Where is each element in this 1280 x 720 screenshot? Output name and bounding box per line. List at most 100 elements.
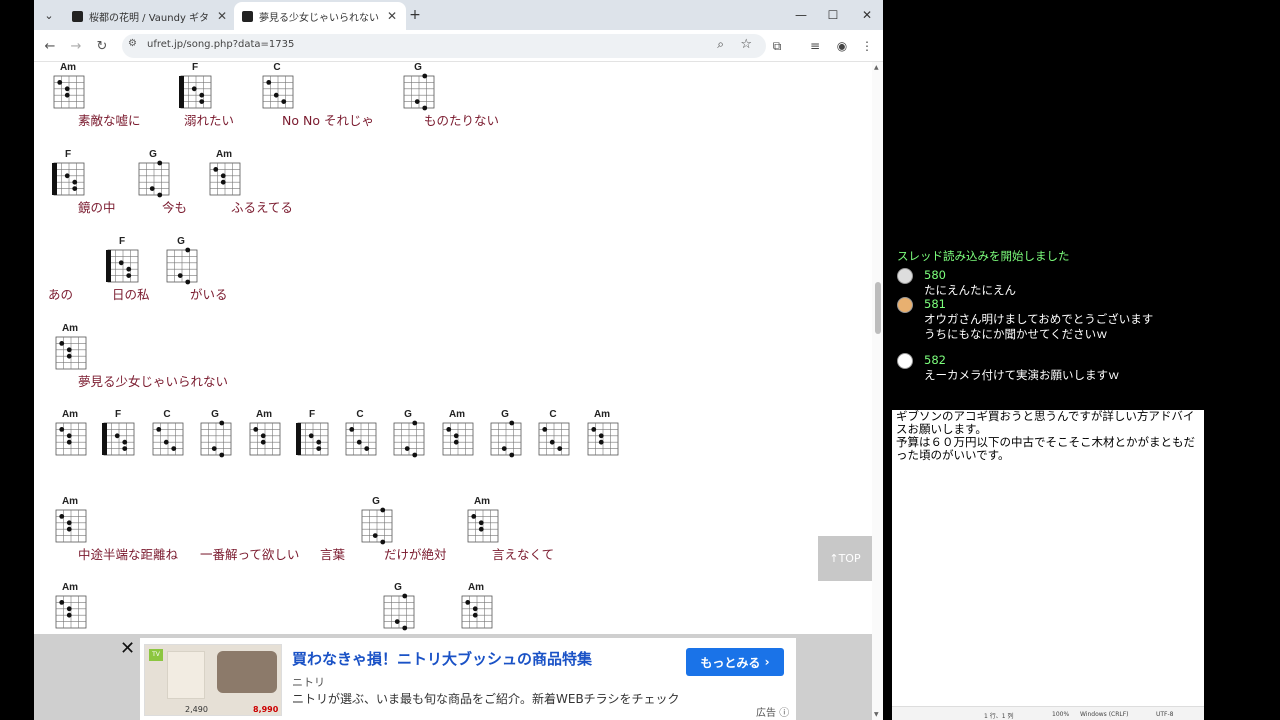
maximize-button[interactable]: ☐ bbox=[821, 5, 845, 25]
chord-c[interactable]: C bbox=[338, 409, 382, 460]
chord-am[interactable]: Am bbox=[48, 409, 92, 460]
forward-arrow-icon[interactable]: → bbox=[66, 36, 86, 56]
chord-am[interactable]: Am bbox=[454, 582, 498, 633]
chord-diagram bbox=[442, 422, 474, 456]
chord-diagram bbox=[166, 247, 198, 285]
back-to-top-button[interactable]: ↑TOP bbox=[818, 536, 872, 581]
tab-close-icon[interactable]: ✕ bbox=[387, 9, 397, 23]
chord-f[interactable]: F bbox=[173, 62, 217, 113]
chord-g[interactable]: G bbox=[131, 149, 175, 200]
chord-g[interactable]: G bbox=[396, 62, 440, 113]
ad-label-text: 広告 bbox=[756, 708, 776, 719]
scrollbar-thumb[interactable] bbox=[875, 282, 881, 334]
minimize-button[interactable]: — bbox=[789, 5, 813, 25]
chord-name: Am bbox=[255, 409, 273, 420]
chord-g[interactable]: G bbox=[354, 496, 398, 547]
chord-g[interactable]: G bbox=[386, 409, 430, 460]
chord-c[interactable]: C bbox=[145, 409, 189, 460]
profile-icon[interactable]: ◉ bbox=[832, 36, 852, 56]
chord-am[interactable]: Am bbox=[460, 496, 504, 547]
tab-title: 桜都の花明 / Vaundy ギターコード bbox=[89, 12, 209, 24]
chord-f[interactable]: F bbox=[46, 149, 90, 200]
page-scrollbar[interactable]: ▲ ▼ bbox=[872, 62, 883, 720]
ad-close-icon[interactable]: ✕ bbox=[120, 638, 135, 659]
browser-toolbar: ← → ↻ ⚙ ufret.jp/song.php?data=1735 ⌕ ☆ … bbox=[34, 30, 883, 62]
lyric-segment: 夢見る少女じゃいられない bbox=[78, 374, 229, 389]
chord-name: G bbox=[177, 236, 185, 247]
ad-label[interactable]: 広告 ⓘ bbox=[756, 704, 789, 719]
chord-diagram bbox=[262, 75, 294, 109]
chord-diagram bbox=[538, 422, 570, 456]
chord-name: F bbox=[118, 236, 126, 247]
chord-diagram bbox=[296, 422, 329, 456]
tab-title: 夢見る少女じゃいられない / 相川七瀬 bbox=[259, 12, 379, 24]
lyric-segment: 素敵な嘘に bbox=[78, 113, 141, 128]
zoom-icon[interactable]: ⌕ bbox=[717, 37, 724, 52]
address-bar[interactable]: ⚙ ufret.jp/song.php?data=1735 ⌕ ☆ bbox=[122, 34, 766, 58]
chord-am[interactable]: Am bbox=[48, 323, 92, 374]
notepad-text-area[interactable]: ギブソンのアコギ買おうと思うんですが詳しい方アドバイスお願いします。 予算は６０… bbox=[896, 410, 1200, 462]
chord-f[interactable]: F bbox=[290, 409, 334, 460]
chord-name: C bbox=[356, 409, 364, 420]
cursor-position: 1 行、1 列 bbox=[984, 713, 1014, 720]
chord-g[interactable]: G bbox=[193, 409, 237, 460]
chord-am[interactable]: Am bbox=[580, 409, 624, 460]
url-text: ufret.jp/song.php?data=1735 bbox=[147, 39, 295, 50]
chord-am[interactable]: Am bbox=[202, 149, 246, 200]
chord-am[interactable]: Am bbox=[435, 409, 479, 460]
chord-name: G bbox=[149, 149, 157, 160]
chord-name: G bbox=[394, 582, 402, 593]
ad-headline[interactable]: 買わなきゃ損！ニトリ大ブッシュの商品特集 bbox=[292, 648, 592, 669]
tab-close-icon[interactable]: ✕ bbox=[217, 9, 227, 23]
lyric-segment: 今も bbox=[162, 200, 188, 215]
scroll-down-arrow-icon[interactable]: ▼ bbox=[874, 711, 879, 718]
ad-cta-button[interactable]: もっとみる › bbox=[686, 648, 784, 676]
chord-diagram bbox=[102, 422, 135, 456]
chord-g[interactable]: G bbox=[376, 582, 420, 633]
user-avatar-icon bbox=[897, 297, 913, 313]
scroll-up-arrow-icon[interactable]: ▲ bbox=[874, 64, 879, 71]
extensions-icon[interactable]: ⧉ bbox=[767, 36, 787, 56]
chord-name: Am bbox=[593, 409, 611, 420]
tab-search-chevron-icon[interactable]: ⌄ bbox=[40, 6, 58, 24]
chord-name: C bbox=[273, 62, 281, 73]
new-tab-plus-icon[interactable]: + bbox=[406, 6, 424, 24]
lyric-segment: 溺れたい bbox=[184, 113, 235, 128]
reload-icon[interactable]: ↻ bbox=[92, 36, 112, 56]
chord-am[interactable]: Am bbox=[242, 409, 286, 460]
chord-c[interactable]: C bbox=[255, 62, 299, 113]
chord-f[interactable]: F bbox=[96, 409, 140, 460]
chord-name: G bbox=[501, 409, 509, 420]
tab-active[interactable]: 夢見る少女じゃいられない / 相川七瀬 ✕ bbox=[234, 2, 406, 30]
tab-inactive[interactable]: 桜都の花明 / Vaundy ギターコード ✕ bbox=[64, 2, 232, 30]
chord-g[interactable]: G bbox=[483, 409, 527, 460]
ad-card[interactable]: TV 2,490 8,990 買わなきゃ損！ニトリ大ブッシュの商品特集 ニトリ … bbox=[140, 638, 796, 720]
site-info-icon[interactable]: ⚙ bbox=[128, 38, 137, 49]
chord-diagram bbox=[55, 509, 87, 543]
close-window-button[interactable]: ✕ bbox=[855, 5, 879, 25]
chord-name: G bbox=[372, 496, 380, 507]
lyric-segment: がいる bbox=[190, 287, 228, 302]
chord-am[interactable]: Am bbox=[48, 496, 92, 547]
chord-am[interactable]: Am bbox=[48, 582, 92, 633]
back-arrow-icon[interactable]: ← bbox=[40, 36, 60, 56]
chord-f[interactable]: F bbox=[100, 236, 144, 287]
ad-description: ニトリが選ぶ、いま最も旬な商品をご紹介。新着WEBチラシをチェック bbox=[292, 692, 680, 706]
menu-kebab-icon[interactable]: ⋮ bbox=[857, 36, 877, 56]
bookmark-star-icon[interactable]: ☆ bbox=[740, 37, 752, 52]
chord-diagram bbox=[52, 162, 85, 196]
chord-name: F bbox=[308, 409, 316, 420]
chord-am[interactable]: Am bbox=[46, 62, 90, 113]
line-ending: Windows (CRLF) bbox=[1080, 711, 1129, 718]
ad-image[interactable]: TV 2,490 8,990 bbox=[144, 644, 282, 716]
chord-c[interactable]: C bbox=[531, 409, 575, 460]
chord-g[interactable]: G bbox=[159, 236, 203, 287]
chord-name: F bbox=[191, 62, 199, 73]
comment-text: えーカメラ付けて実演お願いしますｗ bbox=[924, 368, 1120, 382]
ad-price: 2,490 bbox=[185, 705, 208, 714]
chord-diagram bbox=[361, 507, 393, 545]
lyric-segment: 中途半端な距離ね bbox=[78, 547, 179, 562]
chord-name: Am bbox=[61, 409, 79, 420]
media-controls-icon[interactable]: ≡ bbox=[805, 36, 825, 56]
chord-diagram bbox=[403, 73, 435, 111]
